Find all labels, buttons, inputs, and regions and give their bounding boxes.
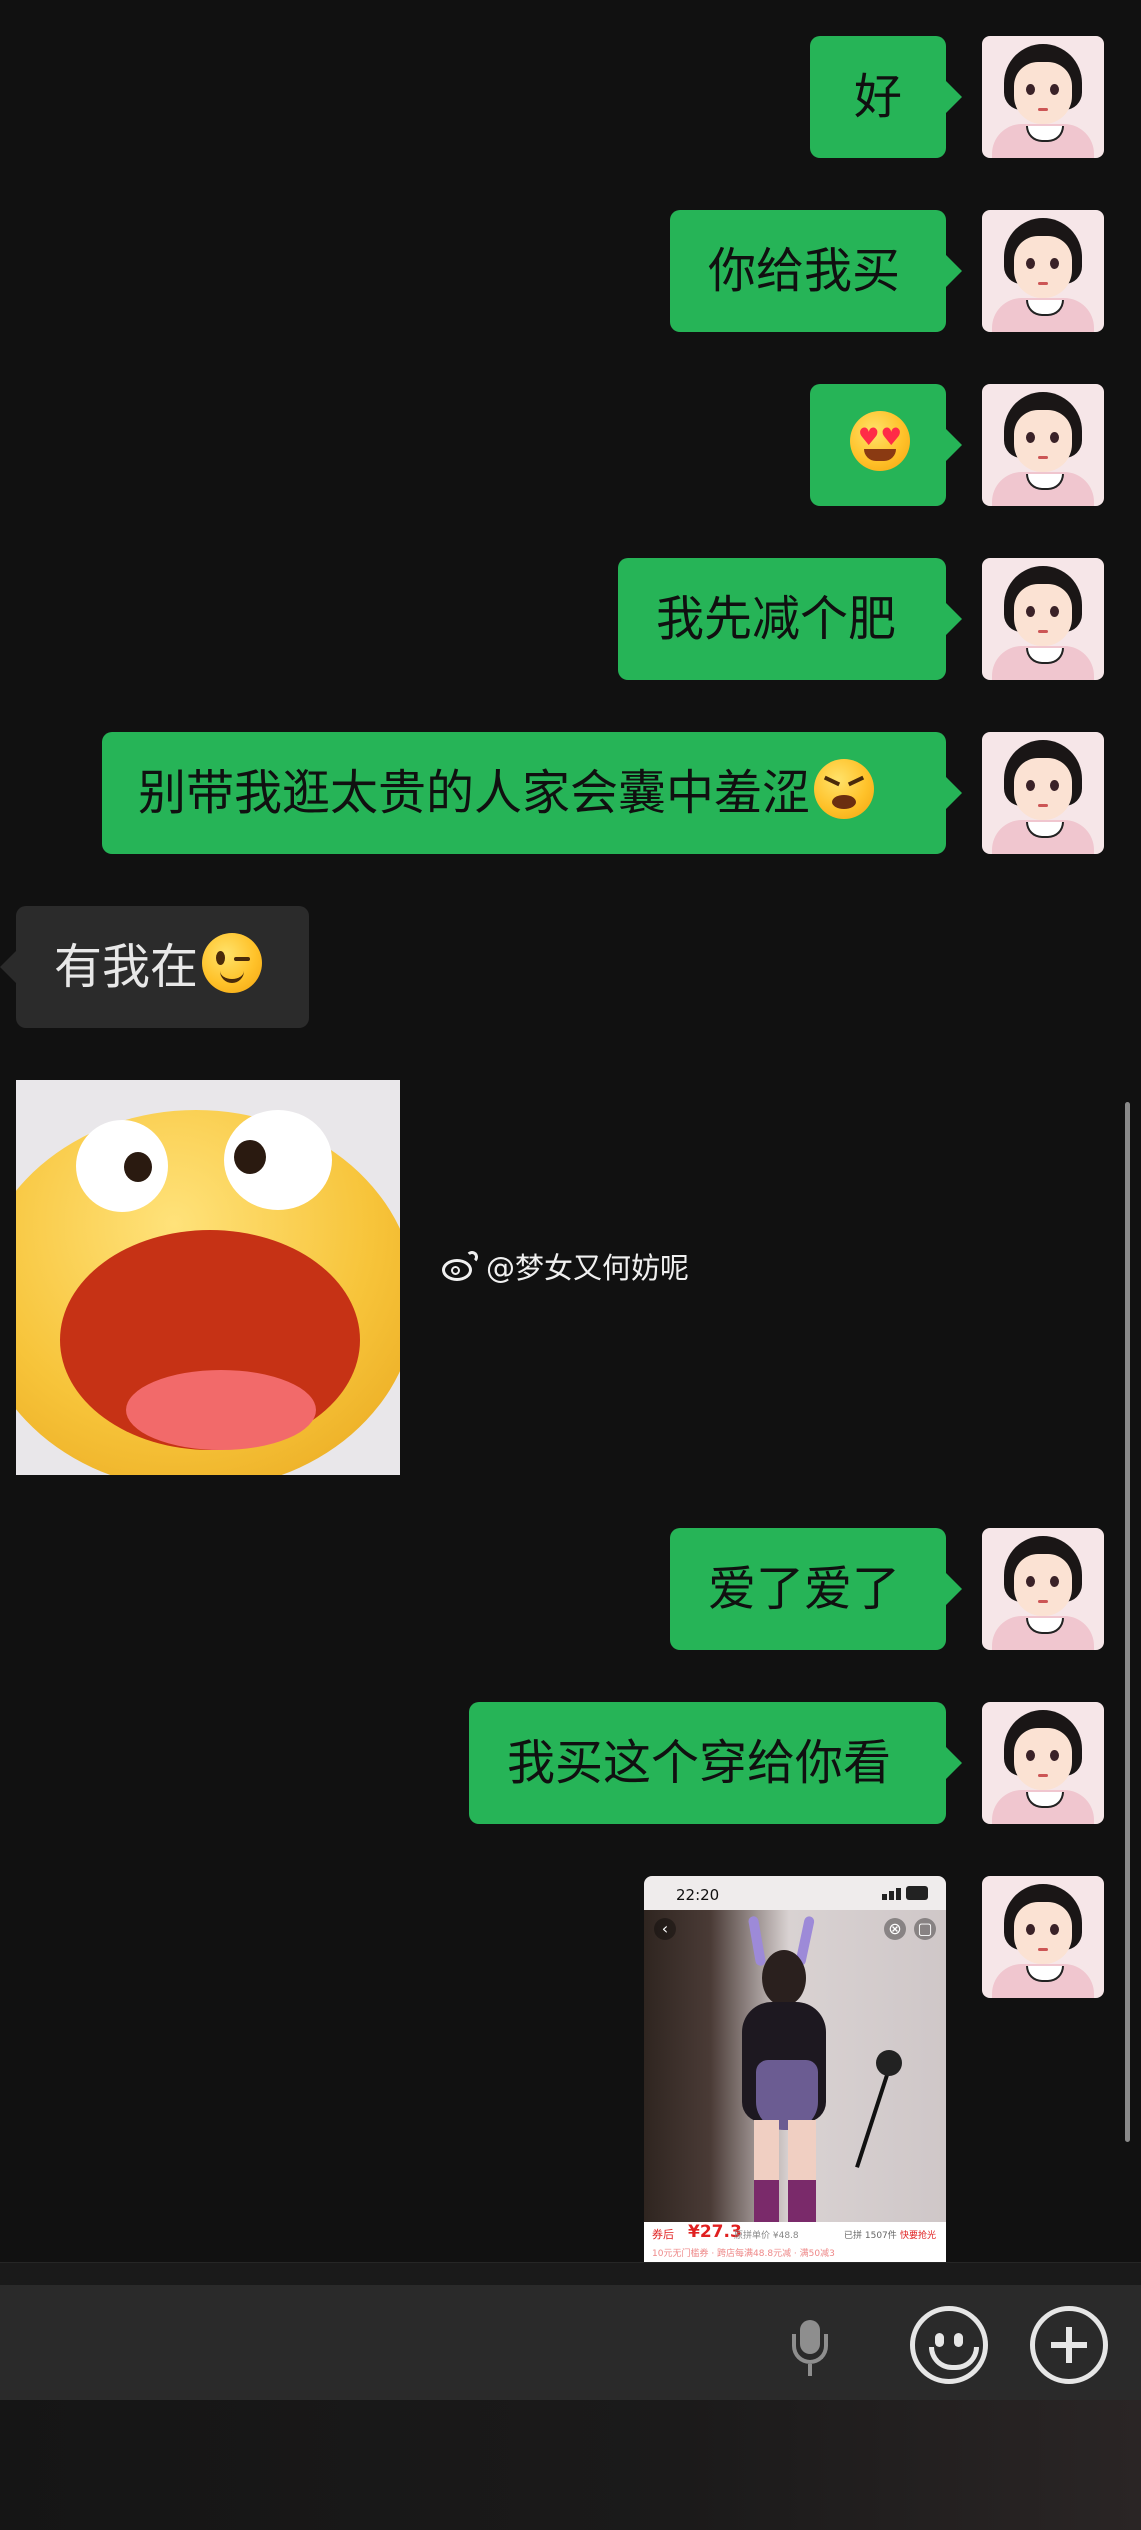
tired-face-emoji — [814, 759, 875, 819]
message-bubble-incoming[interactable]: 有我在 — [0, 906, 309, 1028]
scrollbar[interactable] — [1125, 1102, 1130, 2142]
message-bubble-outgoing[interactable]: 好 — [810, 36, 962, 158]
avatar[interactable] — [982, 1876, 1104, 1998]
chat-area[interactable]: 好 你给我买 ♥ ♥ 我先减个肥 别带我逛太贵的人家会囊中羞涩 有我在 @梦女又何… — [0, 0, 1141, 2262]
message-text: 别带我逛太贵的人家会囊中羞涩 — [138, 765, 811, 821]
message-bubble-outgoing[interactable]: 爱了爱了 — [670, 1528, 962, 1650]
back-icon: ‹ — [654, 1918, 676, 1940]
weibo-icon — [442, 1251, 478, 1281]
sold-count: 已拼 1507件 — [844, 2231, 897, 2241]
cart-icon: ▢ — [914, 1918, 936, 1940]
message-bubble-outgoing[interactable]: 别带我逛太贵的人家会囊中羞涩 — [102, 732, 962, 854]
keyboard-area — [0, 2400, 1141, 2530]
message-bubble-outgoing[interactable]: 我买这个穿给你看 — [469, 1702, 962, 1824]
avatar[interactable] — [982, 384, 1104, 506]
avatar[interactable] — [982, 558, 1104, 680]
signal-icon — [882, 1884, 932, 1900]
avatar[interactable] — [982, 1702, 1104, 1824]
smiley-icon[interactable] — [910, 2306, 988, 2384]
price-tag: 券后 — [652, 2228, 674, 2241]
status-time: 22:20 — [676, 1886, 720, 1904]
plus-circle-icon[interactable] — [1030, 2306, 1108, 2384]
message-bubble-outgoing[interactable]: ♥ ♥ — [810, 384, 962, 506]
heart-eyes-drool-emoji: ♥ ♥ — [850, 411, 910, 471]
message-text: 有我在 — [54, 939, 199, 995]
message-bubble-outgoing[interactable]: 你给我买 — [670, 210, 962, 332]
promo-badge: 快要抢光 — [900, 2231, 937, 2241]
avatar[interactable] — [982, 732, 1104, 854]
original-price: 原拼单价 ¥48.8 — [734, 2231, 799, 2241]
share-icon: ⊗ — [884, 1918, 906, 1940]
price-bar: 券后 ¥27.3 原拼单价 ¥48.8 已拼 1507件 快要抢光 10元无门槛… — [644, 2222, 946, 2262]
avatar[interactable] — [982, 210, 1104, 332]
product-photo: ‹ ⊗ ▢ — [644, 1910, 946, 2222]
watermark-text: @梦女又何妨呢 — [486, 1251, 690, 1285]
avatar[interactable] — [982, 36, 1104, 158]
image-message[interactable]: 22:20 ‹ ⊗ ▢ 券后 ¥27.3 原拼单价 ¥48.8 已拼 1507件… — [644, 1876, 946, 2262]
wink-emoji — [202, 933, 263, 993]
watermark: @梦女又何妨呢 — [442, 1246, 689, 1286]
screaming-laugh-sticker[interactable] — [16, 1080, 400, 1475]
microphone-icon[interactable] — [786, 2320, 836, 2376]
status-bar: 22:20 — [644, 1876, 946, 1910]
coupon-text: 10元无门槛券 · 跨店每满48.8元减 · 满50减3 — [652, 2249, 835, 2259]
message-bubble-outgoing[interactable]: 我先减个肥 — [618, 558, 962, 680]
avatar[interactable] — [982, 1528, 1104, 1650]
